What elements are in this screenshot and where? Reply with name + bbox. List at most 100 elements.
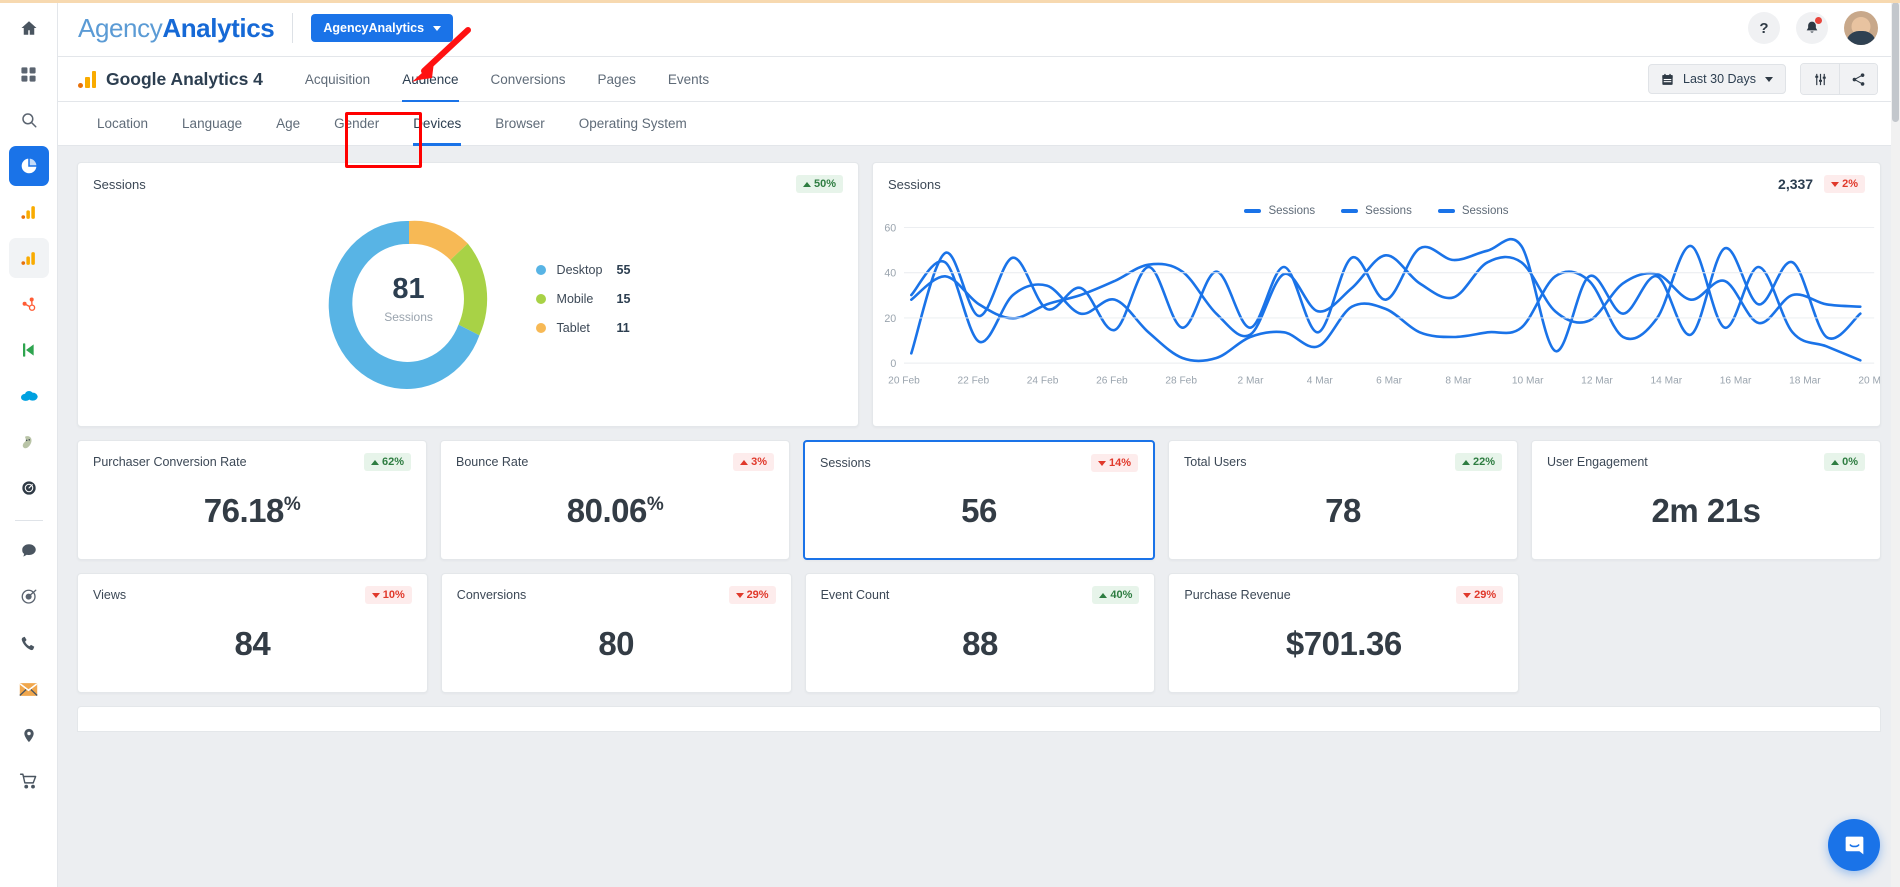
line-legend-item-2[interactable]: Sessions [1341,205,1412,217]
sidebar-item-reports[interactable] [9,146,49,186]
subtab-location-label: Location [97,116,148,131]
sidebar-item-salesforce[interactable] [9,376,49,416]
kpi-label: Total Users [1184,455,1247,469]
line-legend-label-3: Sessions [1462,205,1509,217]
tab-pages[interactable]: Pages [582,57,652,102]
legend-value-tablet: 11 [617,321,630,335]
kpi-value-wrap: 56 [805,472,1153,558]
kpi-bounce-rate[interactable]: Bounce Rate 3% 80.06% [440,440,790,560]
sidebar-item-ecommerce[interactable] [9,761,49,801]
sidebar-item-dashboards[interactable] [9,54,49,94]
subtab-browser[interactable]: Browser [478,102,562,146]
google-analytics-icon [20,204,37,221]
kpi-value-wrap: 78 [1169,471,1517,559]
legend-label-tablet: Tablet [557,321,617,335]
kpi-purchaser-conversion-rate[interactable]: Purchaser Conversion Rate 62% 76.18% [77,440,427,560]
kpi-total-users[interactable]: Total Users 22% 78 [1168,440,1518,560]
triangle-down-icon [372,593,380,598]
sidebar-item-mailchimp[interactable] [9,422,49,462]
kpi-value: 56 [961,492,997,530]
legend-item-desktop[interactable]: Desktop 55 [536,263,631,277]
sidebar-item-email[interactable] [9,669,49,709]
line-legend-item-1[interactable]: Sessions [1244,205,1315,217]
kpi-label: User Engagement [1547,455,1648,469]
app-logo[interactable]: AgencyAnalytics [78,13,274,44]
donut-chart-area: 81 Sessions Desktop 55 [78,193,858,405]
calendar-icon [1661,73,1674,86]
kpi-value-suffix: % [284,494,300,515]
legend-dot-desktop [536,265,546,275]
sidebar-item-goals[interactable] [9,468,49,508]
chat-widget-button[interactable] [1828,819,1880,871]
line-chart-plot: 020406020 Feb22 Feb24 Feb26 Feb28 Feb2 M… [873,217,1880,397]
tab-audience[interactable]: Audience [386,57,474,102]
page-scrollbar[interactable] [1891,0,1900,887]
subtab-location[interactable]: Location [80,102,165,146]
notifications-button[interactable] [1796,12,1828,44]
kpi-event-count[interactable]: Event Count 40% 88 [805,573,1156,693]
avatar[interactable] [1844,11,1878,45]
kpi-value-number: 84 [235,625,271,662]
sidebar-item-klaviyo[interactable] [9,330,49,370]
tab-pages-label: Pages [598,72,636,87]
scrollbar-thumb[interactable] [1892,2,1899,122]
sidebar-item-hubspot[interactable] [9,284,49,324]
kpi-conversions[interactable]: Conversions 29% 80 [441,573,792,693]
legend-item-tablet[interactable]: Tablet 11 [536,321,631,335]
help-button[interactable]: ? [1748,12,1780,44]
line-card-stats: 2,337 2% [1778,175,1865,193]
kpi-sessions[interactable]: Sessions 14% 56 [803,440,1155,560]
legend-item-mobile[interactable]: Mobile 15 [536,292,631,306]
subtab-language-label: Language [182,116,242,131]
triangle-down-icon [1831,182,1839,187]
sub-tab-bar: Location Language Age Gender Devices Bro… [58,102,1900,146]
sidebar-item-paid-ads[interactable] [9,577,49,617]
subtab-age[interactable]: Age [259,102,317,146]
donut-card-title: Sessions [93,177,146,192]
sidebar-item-google-analytics[interactable] [9,192,49,232]
kpi-change-value: 14% [1109,457,1131,469]
kpi-value-number: 80 [598,625,634,662]
kpi-value-number: 88 [962,625,998,662]
kpi-purchase-revenue[interactable]: Purchase Revenue 29% $701.36 [1168,573,1519,693]
date-range-picker[interactable]: Last 30 Days [1648,64,1786,94]
sidebar-item-call-tracking[interactable] [9,623,49,663]
subtab-language[interactable]: Language [165,102,259,146]
kpi-value-wrap: 88 [806,604,1155,692]
kpi-value: 80.06% [567,492,664,530]
subtab-devices[interactable]: Devices [396,102,478,146]
line-legend-item-3[interactable]: Sessions [1438,205,1509,217]
subtab-operating-system[interactable]: Operating System [562,102,704,146]
tab-conversions[interactable]: Conversions [475,57,582,102]
subtab-operating-system-label: Operating System [579,116,687,131]
shopping-cart-icon [19,772,38,790]
apps-grid-icon [20,66,37,83]
sidebar-item-search[interactable] [9,100,49,140]
kpi-label: Conversions [457,588,526,602]
sidebar-item-social[interactable] [9,531,49,571]
triangle-up-icon [1462,460,1470,465]
browser-top-strip [0,0,1900,3]
line-card-total: 2,337 [1778,176,1813,192]
sessions-line-card: Sessions 2,337 2% Sessions Sessions Ses [872,162,1881,427]
kpi-views[interactable]: Views 10% 84 [77,573,428,693]
brand-analytics: Analytics [162,13,274,43]
chevron-down-icon [1765,77,1773,82]
legend-line-icon [1438,209,1455,213]
share-button[interactable] [1839,64,1877,94]
sidebar-item-google-analytics-4[interactable] [9,238,49,278]
kpi-change-value: 0% [1842,456,1858,468]
tab-acquisition[interactable]: Acquisition [289,57,386,102]
ads-target-icon [20,588,38,606]
tab-events[interactable]: Events [652,57,725,102]
sidebar-item-home[interactable] [9,8,49,48]
subtab-gender[interactable]: Gender [317,102,396,146]
sidebar-item-local[interactable] [9,715,49,755]
kpi-value-number: 78 [1325,492,1361,529]
filter-button[interactable] [1801,64,1839,94]
phone-icon [20,635,37,652]
donut-center-stat: 81 Sessions [316,199,502,399]
line-chart-svg [881,217,1866,395]
account-switcher-button[interactable]: AgencyAnalytics [311,14,453,42]
kpi-user-engagement[interactable]: User Engagement 0% 2m 21s [1531,440,1881,560]
